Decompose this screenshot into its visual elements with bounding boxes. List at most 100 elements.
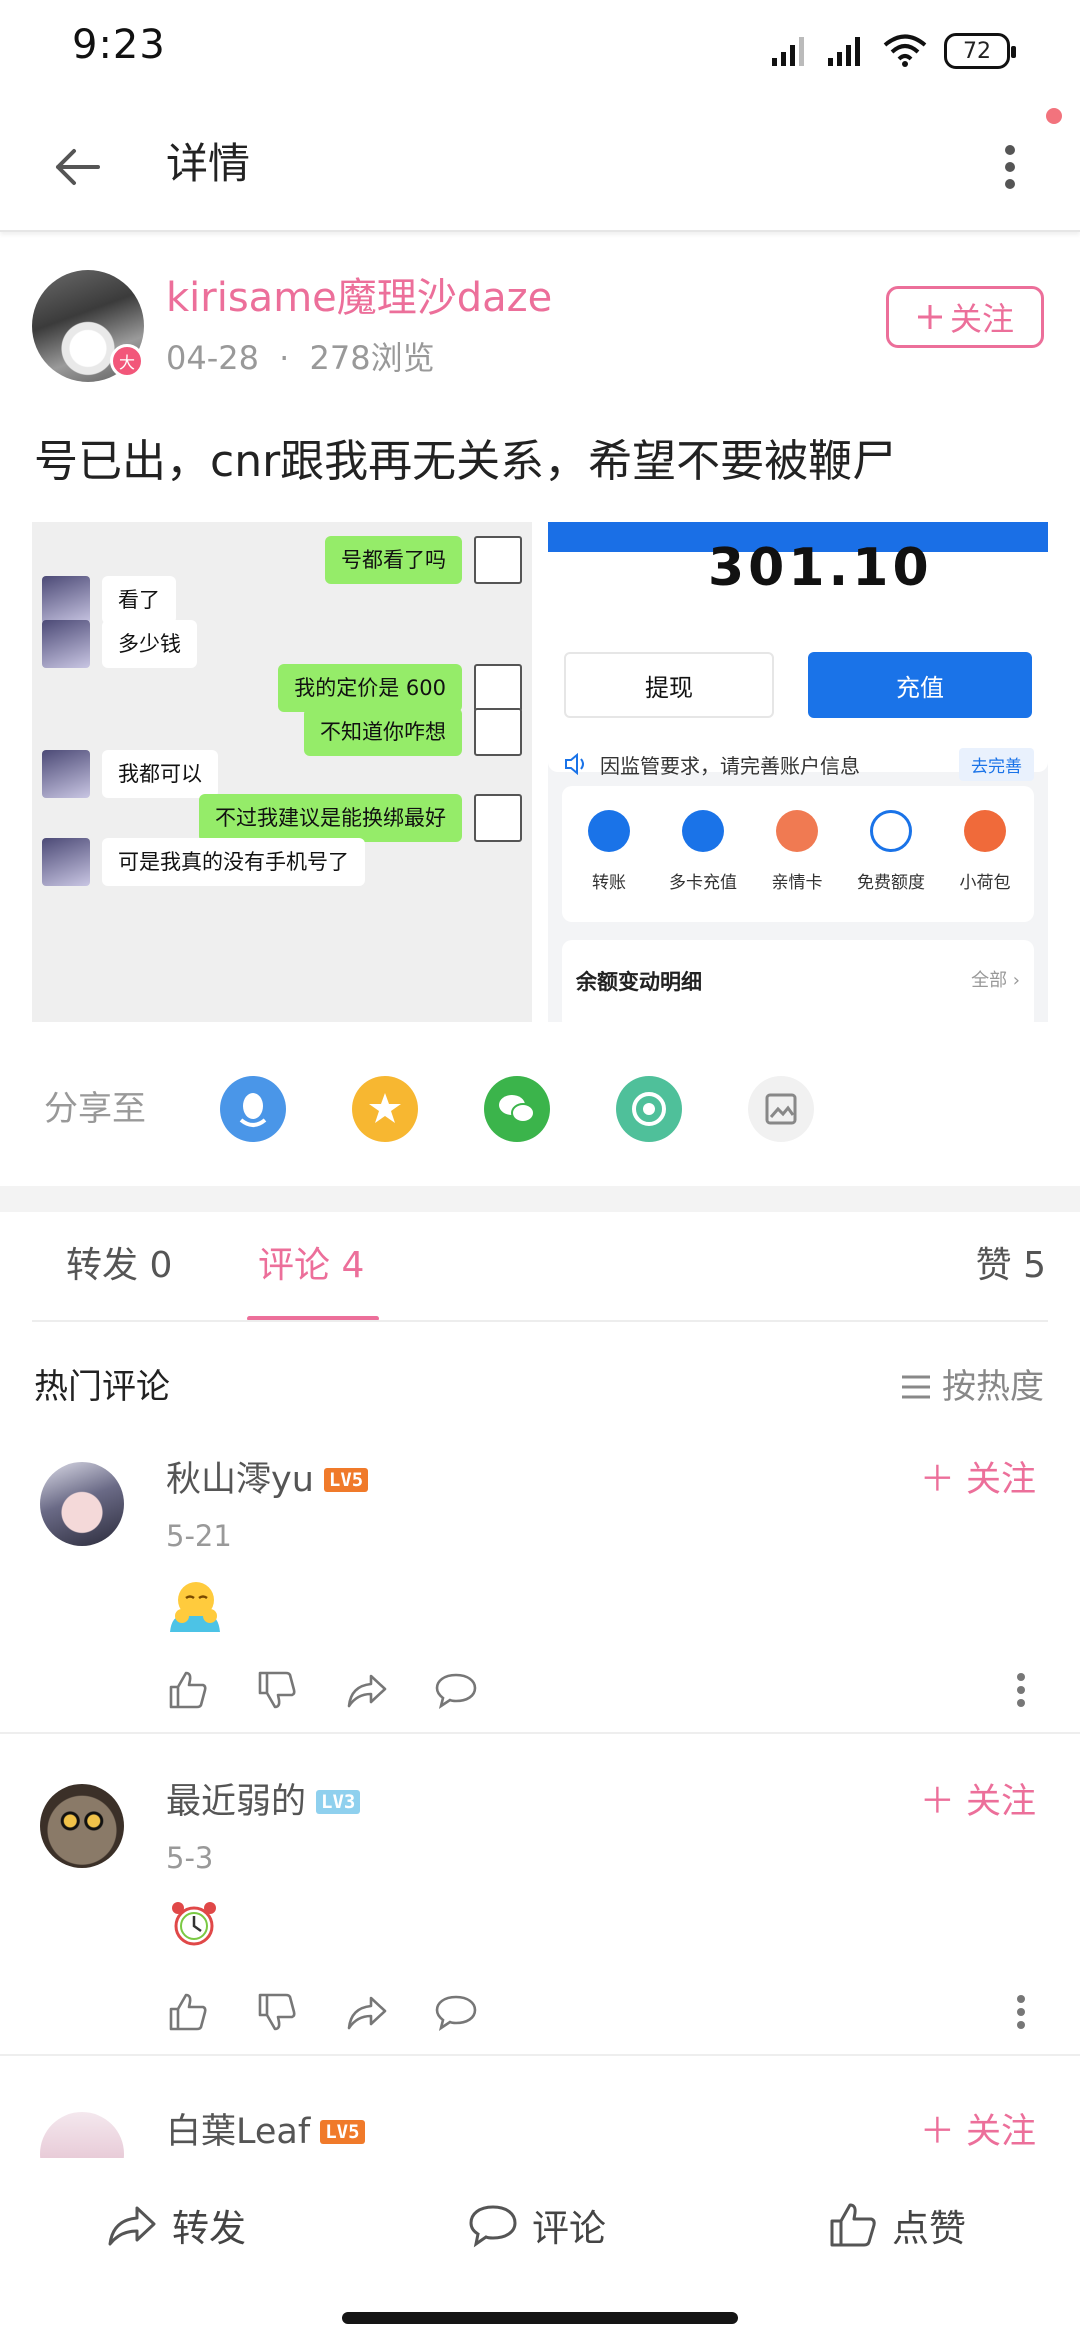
follow-author-button[interactable]: 关注 xyxy=(886,286,1044,348)
share-arrow-icon[interactable] xyxy=(341,1984,393,2040)
commenter-name-text: 最近弱的 xyxy=(166,1782,307,1822)
post-image-chat[interactable]: 号都看了吗 看了 多少钱 我的定价是 600 不知道你咋想 我都可以 不过我建议… xyxy=(32,522,532,1022)
chat-message: 我的定价是 600 xyxy=(278,664,522,712)
chat-message: 号都看了吗 xyxy=(325,536,522,584)
author-name[interactable]: kirisame魔理沙daze xyxy=(166,270,552,326)
feature-free-quota: 免费额度 xyxy=(844,810,938,893)
chat-bubble: 不知道你咋想 xyxy=(304,708,462,756)
share-label: 分享至 xyxy=(44,1089,146,1129)
thumbs-up-icon xyxy=(830,2203,876,2247)
post-views: 278浏览 xyxy=(309,339,435,377)
tabs-divider xyxy=(32,1320,1048,1322)
commenter-avatar[interactable] xyxy=(40,1462,124,1546)
follow-commenter-button[interactable]: ＋ 关注 xyxy=(920,1774,1036,1830)
thumbs-up-icon[interactable] xyxy=(162,1662,214,1718)
commenter-name[interactable]: 秋山澪yu LV5 xyxy=(166,1452,369,1508)
signal-icon xyxy=(772,37,804,66)
thumbs-up-icon[interactable] xyxy=(162,1984,214,2040)
like-button[interactable]: 点赞 xyxy=(828,2190,966,2260)
repost-label: 转发 xyxy=(172,2207,246,2250)
commenter-name[interactable]: 白葉Leaf LV5 xyxy=(166,2108,365,2158)
comment-more-button[interactable] xyxy=(1006,1662,1036,1718)
reply-bubble-icon[interactable] xyxy=(431,1984,483,2040)
comment-more-button[interactable] xyxy=(1006,1984,1036,2040)
thumbs-down-icon[interactable] xyxy=(252,1662,304,1718)
notice-row: 因监管要求，请完善账户信息 去完善 xyxy=(564,744,1034,784)
qzone-icon[interactable] xyxy=(352,1076,418,1142)
feature-label: 转账 xyxy=(592,873,626,893)
home-indicator[interactable] xyxy=(342,2312,738,2324)
sort-button[interactable]: 按热度 xyxy=(900,1360,1044,1414)
share-arrow-icon xyxy=(108,2206,156,2246)
comment-separator xyxy=(0,1732,1080,1734)
feature-label: 多卡充值 xyxy=(669,873,737,893)
chat-avatar xyxy=(42,838,90,886)
chat-message: 我都可以 xyxy=(42,750,218,798)
comment-item: 白葉Leaf LV5 ＋ 关注 xyxy=(0,2108,1080,2158)
status-bar: 9:23 72 xyxy=(0,0,1080,100)
share-arrow-icon[interactable] xyxy=(341,1662,393,1718)
tab-likes[interactable]: 赞 5 xyxy=(976,1236,1046,1296)
more-menu-button[interactable] xyxy=(980,130,1040,204)
post-meta: 04-28 · 278浏览 xyxy=(166,334,435,382)
tab-repost[interactable]: 转发 0 xyxy=(66,1236,172,1296)
sort-lines-icon xyxy=(902,1375,930,1399)
chat-bubble: 不过我建议是能换绑最好 xyxy=(199,794,462,842)
notice-text: 因监管要求，请完善账户信息 xyxy=(600,753,860,778)
chat-message: 不知道你咋想 xyxy=(304,708,522,756)
post-date: 04-28 xyxy=(166,339,259,377)
chat-avatar xyxy=(474,708,522,756)
chat-message: 看了 xyxy=(42,576,176,624)
chat-bubble: 我都可以 xyxy=(102,750,218,798)
top-app-bar: 详情 xyxy=(0,100,1080,232)
commenter-name-text: 秋山澪yu xyxy=(166,1460,314,1500)
wechat-icon[interactable] xyxy=(484,1076,550,1142)
more-vertical-icon xyxy=(1005,145,1015,189)
post-image-wallet[interactable]: 301.10 提现 充值 因监管要求，请完善账户信息 去完善 转账 多卡充值 亲… xyxy=(548,522,1048,1022)
chat-bubble: 可是我真的没有手机号了 xyxy=(102,838,365,886)
chat-avatar xyxy=(42,750,90,798)
follow-commenter-button[interactable]: ＋ 关注 xyxy=(920,2108,1036,2158)
feature-label: 免费额度 xyxy=(857,873,925,893)
comment-date: 5-3 xyxy=(166,1841,214,1875)
chat-avatar xyxy=(42,620,90,668)
follow-commenter-button[interactable]: ＋ 关注 xyxy=(920,1452,1036,1508)
chat-avatar xyxy=(474,664,522,712)
comment-actions xyxy=(162,1984,482,2040)
comment-actions xyxy=(162,1662,482,1718)
chat-bubble: 我的定价是 600 xyxy=(278,664,462,712)
moments-icon[interactable] xyxy=(616,1076,682,1142)
save-image-icon[interactable] xyxy=(748,1076,814,1142)
thumbs-down-icon[interactable] xyxy=(252,1984,304,2040)
feature-label: 亲情卡 xyxy=(771,873,823,893)
comment-button[interactable]: 评论 xyxy=(468,2190,606,2260)
wallet-amount: 301.10 xyxy=(708,538,933,598)
tab-comments[interactable]: 评论 4 xyxy=(258,1236,364,1296)
heart-icon xyxy=(776,810,818,852)
commenter-avatar[interactable] xyxy=(40,1784,124,1868)
back-button[interactable] xyxy=(40,130,114,204)
card-icon xyxy=(682,810,724,852)
chat-message: 可是我真的没有手机号了 xyxy=(42,838,365,886)
commenter-avatar[interactable] xyxy=(40,2112,124,2158)
wifi-icon xyxy=(883,34,927,67)
detail-title: 余额变动明细 xyxy=(576,970,702,994)
comment-separator xyxy=(0,2054,1080,2056)
commenter-name[interactable]: 最近弱的 LV3 xyxy=(166,1774,361,1830)
feature-family-card: 亲情卡 xyxy=(750,810,844,893)
chat-message: 不过我建议是能换绑最好 xyxy=(199,794,522,842)
feature-multicard: 多卡充值 xyxy=(656,810,750,893)
level-badge: LV3 xyxy=(316,1790,361,1814)
qq-icon[interactable] xyxy=(220,1076,286,1142)
like-label: 点赞 xyxy=(892,2207,966,2250)
speaker-icon xyxy=(565,753,584,775)
chat-message: 多少钱 xyxy=(42,620,197,668)
sort-label: 按热度 xyxy=(942,1367,1044,1407)
signal-icon xyxy=(828,37,860,66)
page-title: 详情 xyxy=(166,139,251,188)
author-badge: 大 xyxy=(110,344,144,378)
repost-button[interactable]: 转发 xyxy=(106,2190,246,2260)
reply-bubble-icon[interactable] xyxy=(431,1662,483,1718)
battery-icon: 72 xyxy=(944,33,1016,69)
post-text: 号已出，cnr跟我再无关系，希望不要被鞭尸 xyxy=(34,436,897,487)
